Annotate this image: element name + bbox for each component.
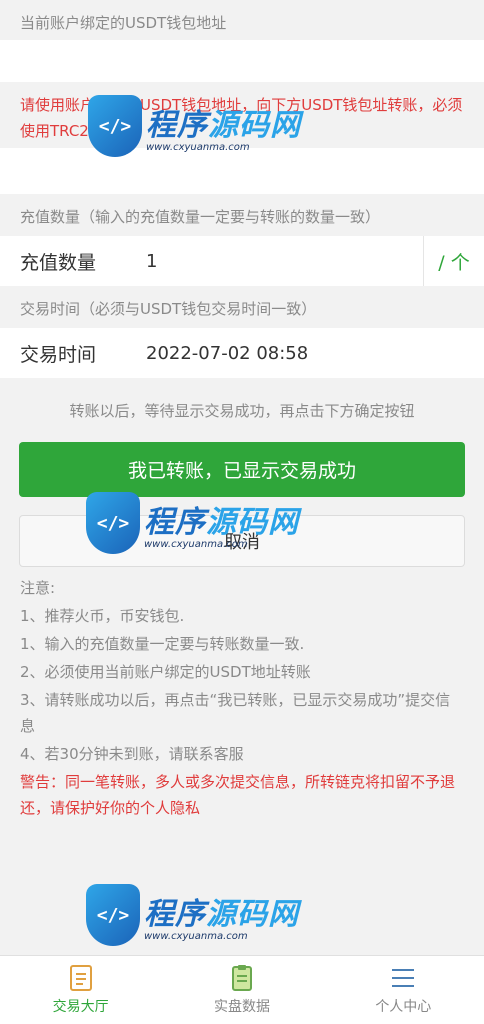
tab-label: 交易大厅 — [52, 999, 109, 1015]
notes-block: 注意: 1、推荐火币，币安钱包. 1、输入的充值数量一定要与转账数量一致. 2、… — [0, 567, 484, 821]
bottom-tab-bar: 交易大厅 实盘数据 个人中心 — [0, 955, 484, 1024]
privacy-alert: 警告：同一笔转账，多人或多次提交信息，所转链克将扣留不予退还，请保护好你的个人隐… — [20, 773, 456, 817]
note-item: 1、推荐火币，币安钱包. — [20, 607, 185, 625]
watermark-text: 源码网 — [206, 896, 299, 932]
target-address-field[interactable] — [0, 148, 484, 194]
tab-live-data[interactable]: 实盘数据 — [161, 956, 322, 1024]
time-input[interactable]: 2022-07-02 08:58 — [146, 343, 484, 364]
transfer-warning: 请使用账户绑定的USDT钱包地址，向下方USDT钱包址转账，必须使用TRC20通… — [20, 96, 463, 140]
notes-title: 注意: — [20, 579, 56, 597]
watermark-logo: </> 程序源码网 www.cxyuanma.com — [86, 884, 299, 946]
tab-trading-hall[interactable]: 交易大厅 — [0, 956, 161, 1024]
watermark-url: www.cxyuanma.com — [144, 930, 248, 942]
cancel-button[interactable]: 取消 — [19, 515, 465, 567]
tab-label: 个人中心 — [375, 999, 432, 1015]
bound-address-field — [0, 40, 484, 82]
note-item: 2、必须使用当前账户绑定的USDT地址转账 — [20, 663, 311, 681]
tab-label: 实盘数据 — [213, 999, 270, 1015]
amount-input[interactable]: 1 — [146, 251, 423, 272]
menu-lines-icon — [392, 969, 415, 987]
amount-section-label: 充值数量（输入的充值数量一定要与转账的数量一致） — [20, 208, 381, 226]
note-item: 4、若30分钟未到账，请联系客服 — [20, 745, 244, 763]
confirm-hint: 转账以后，等待显示交易成功，再点击下方确定按钮 — [69, 402, 415, 420]
confirm-transfer-button[interactable]: 我已转账，已显示交易成功 — [19, 442, 465, 497]
note-item: 3、请转账成功以后，再点击“我已转账，已显示交易成功”提交信息 — [20, 691, 451, 735]
note-item: 1、输入的充值数量一定要与转账数量一致. — [20, 635, 305, 653]
document-list-icon — [69, 965, 92, 991]
watermark-text: 程序 — [144, 896, 206, 932]
time-row: 交易时间 2022-07-02 08:58 — [0, 328, 484, 378]
time-section-label: 交易时间（必须与USDT钱包交易时间一致） — [20, 300, 317, 318]
code-shield-icon: </> — [86, 884, 140, 946]
bound-address-label: 当前账户绑定的USDT钱包地址 — [20, 14, 227, 32]
time-label: 交易时间 — [20, 343, 97, 366]
amount-unit: / 个 — [423, 236, 484, 286]
amount-row: 充值数量 1 / 个 — [0, 236, 484, 286]
amount-label: 充值数量 — [20, 251, 97, 274]
clipboard-icon — [231, 965, 252, 991]
tab-personal-center[interactable]: 个人中心 — [323, 956, 484, 1024]
